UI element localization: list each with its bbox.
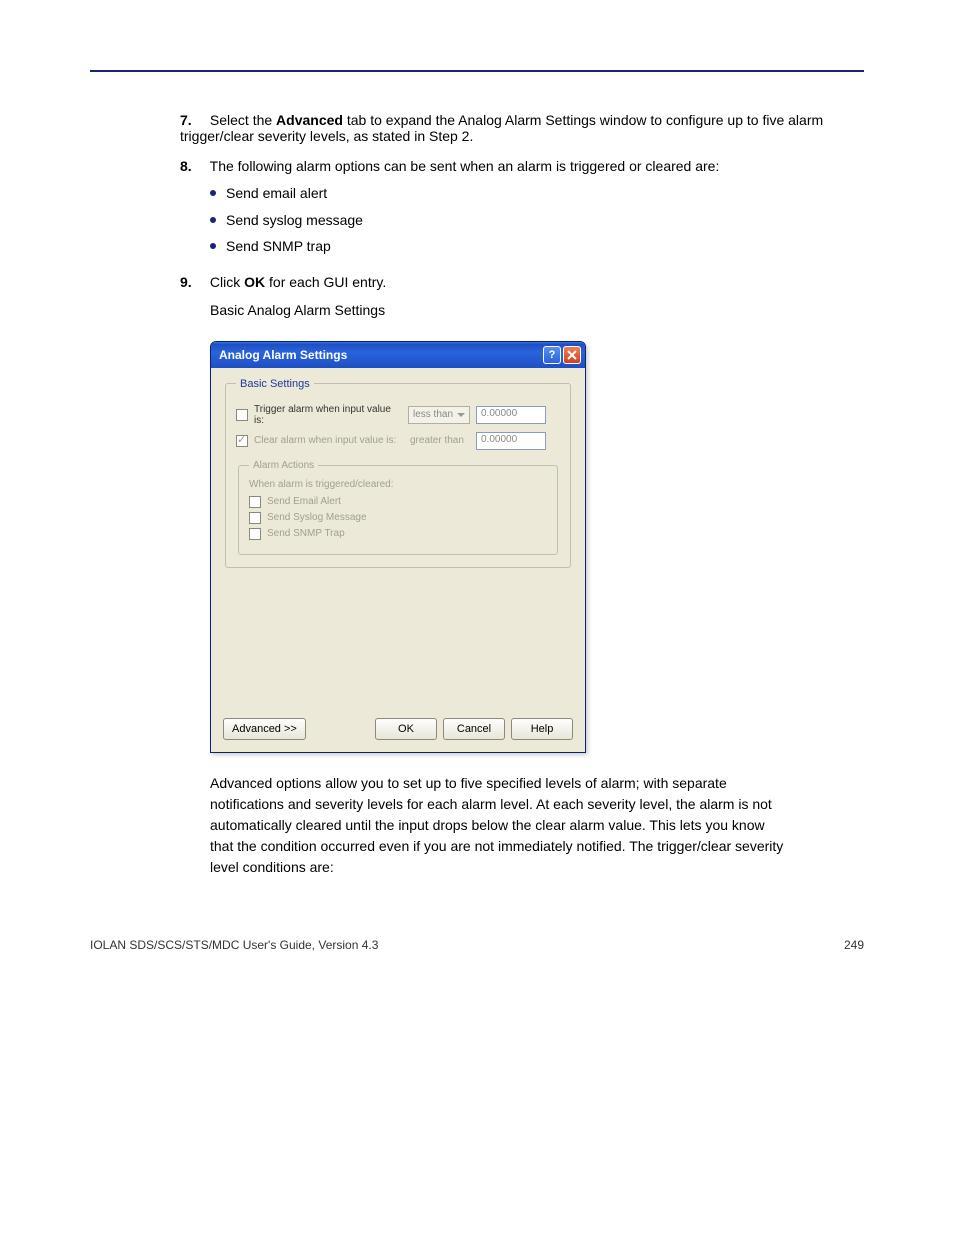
step-9-text-a: Click	[210, 274, 244, 290]
alarm-actions-legend: Alarm Actions	[249, 460, 318, 471]
send-snmp-checkbox[interactable]	[249, 528, 261, 540]
action-row-snmp: Send SNMP Trap	[249, 528, 547, 540]
step-7-text-b: Advanced	[276, 112, 347, 128]
list-item: Send email alert	[210, 180, 864, 207]
bullet-1-text: Send email alert	[226, 180, 327, 207]
step-7-num: 7.	[180, 112, 206, 128]
titlebar-close-button[interactable]	[563, 346, 581, 364]
step-9-text-b: OK	[244, 274, 269, 290]
clear-row: Clear alarm when input value is: greater…	[236, 432, 560, 450]
clear-label: Clear alarm when input value is:	[254, 435, 402, 446]
trigger-checkbox[interactable]	[236, 409, 248, 421]
bullet-icon	[210, 190, 216, 196]
alarm-actions-subtext: When alarm is triggered/cleared:	[249, 479, 547, 490]
bullet-icon	[210, 243, 216, 249]
clear-comparator-static: greater than	[408, 435, 470, 446]
trigger-comparator-select[interactable]: less than	[408, 406, 470, 424]
footer-right: 249	[844, 938, 864, 952]
send-email-label: Send Email Alert	[267, 496, 341, 507]
analog-alarm-dialog: Analog Alarm Settings ? Basic Settings T…	[210, 341, 586, 753]
trigger-row: Trigger alarm when input value is: less …	[236, 404, 560, 426]
list-item: Send syslog message	[210, 207, 864, 234]
trigger-comparator-value: less than	[413, 409, 453, 420]
alarm-actions-fieldset: Alarm Actions When alarm is triggered/cl…	[238, 460, 558, 555]
trigger-label: Trigger alarm when input value is:	[254, 404, 402, 426]
header-rule	[90, 70, 864, 72]
basic-settings-fieldset: Basic Settings Trigger alarm when input …	[225, 378, 571, 568]
dialog-title: Analog Alarm Settings	[219, 348, 347, 362]
action-row-email: Send Email Alert	[249, 496, 547, 508]
send-email-checkbox[interactable]	[249, 496, 261, 508]
cancel-button[interactable]: Cancel	[443, 718, 505, 740]
basic-settings-legend: Basic Settings	[236, 378, 314, 390]
step-8: 8. The following alarm options can be se…	[180, 158, 864, 174]
basic-analog-caption: Basic Analog Alarm Settings	[210, 300, 790, 321]
advanced-paragraph: Advanced options allow you to set up to …	[210, 773, 790, 878]
list-item: Send SNMP trap	[210, 233, 864, 260]
step-7-text-a: Select the	[210, 112, 276, 128]
bullet-3-text: Send SNMP trap	[226, 233, 331, 260]
titlebar-help-button[interactable]: ?	[543, 346, 561, 364]
clear-checkbox[interactable]	[236, 435, 248, 447]
send-syslog-label: Send Syslog Message	[267, 512, 367, 523]
clear-value-input[interactable]: 0.00000	[476, 432, 546, 450]
bullet-icon	[210, 217, 216, 223]
send-snmp-label: Send SNMP Trap	[267, 528, 345, 539]
dialog-button-bar: Advanced >> OK Cancel Help	[211, 710, 585, 752]
trigger-value-input[interactable]: 0.00000	[476, 406, 546, 424]
dialog-titlebar[interactable]: Analog Alarm Settings ?	[211, 342, 585, 368]
bullet-2-text: Send syslog message	[226, 207, 363, 234]
ok-button[interactable]: OK	[375, 718, 437, 740]
step-7: 7. Select the Advanced tab to expand the…	[180, 112, 864, 144]
step-9-num: 9.	[180, 274, 206, 290]
close-icon	[567, 350, 577, 360]
advanced-button[interactable]: Advanced >>	[223, 718, 306, 740]
dialog-spacer	[211, 590, 585, 710]
page-footer: IOLAN SDS/SCS/STS/MDC User's Guide, Vers…	[90, 938, 864, 952]
step-8-num: 8.	[180, 158, 206, 174]
bullet-list: Send email alert Send syslog message Sen…	[210, 180, 864, 260]
footer-left: IOLAN SDS/SCS/STS/MDC User's Guide, Vers…	[90, 938, 378, 952]
action-row-syslog: Send Syslog Message	[249, 512, 547, 524]
step-9-text-c: for each GUI entry.	[269, 274, 386, 290]
send-syslog-checkbox[interactable]	[249, 512, 261, 524]
help-button[interactable]: Help	[511, 718, 573, 740]
step-8-text: The following alarm options can be sent …	[210, 158, 720, 174]
step-9: 9. Click OK for each GUI entry.	[180, 274, 864, 290]
